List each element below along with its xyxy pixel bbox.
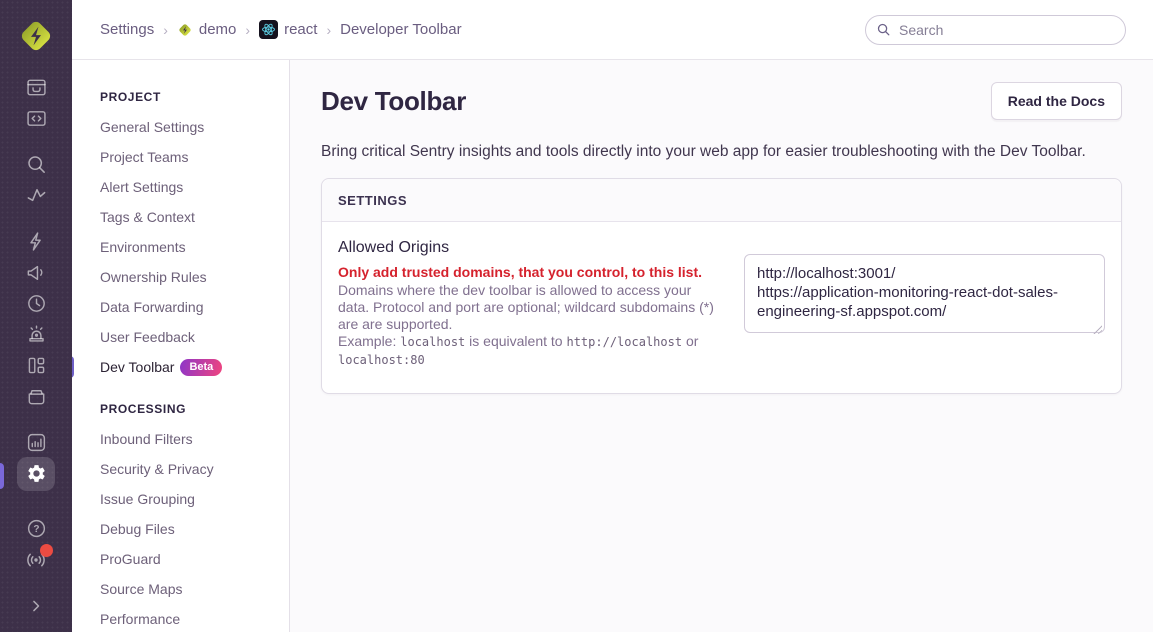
main-content: Dev Toolbar Read the Docs Bring critical… — [290, 60, 1153, 632]
sidebar-item-label: Debug Files — [100, 521, 175, 537]
page-title: Dev Toolbar — [321, 86, 466, 117]
explore-search-icon[interactable] — [0, 149, 72, 180]
breadcrumb-label: Developer Toolbar — [340, 21, 461, 38]
projects-icon[interactable] — [0, 103, 72, 134]
section-label-project: PROJECT — [100, 90, 289, 104]
breadcrumb: Settings › demo › — [72, 20, 462, 39]
sidebar-item-label: Source Maps — [100, 581, 182, 597]
sidebar-item-label: Dev Toolbar — [100, 359, 174, 375]
search-input[interactable] — [865, 15, 1126, 45]
react-project-icon — [259, 20, 278, 39]
sidebar-item-security-privacy[interactable]: Security & Privacy — [100, 454, 289, 484]
settings-panel-header: SETTINGS — [322, 179, 1121, 222]
sidebar-item-tags-context[interactable]: Tags & Context — [100, 202, 289, 232]
app-window: ? Settings › — [0, 0, 1153, 632]
releases-lightning-icon[interactable] — [0, 226, 72, 257]
stats-icon[interactable] — [0, 427, 72, 458]
settings-active-highlight — [17, 457, 55, 491]
breadcrumb-project-react[interactable]: react — [259, 20, 317, 39]
sidebar-item-project-teams[interactable]: Project Teams — [100, 142, 289, 172]
read-the-docs-button[interactable]: Read the Docs — [991, 82, 1122, 120]
rail-active-indicator — [0, 463, 4, 489]
help-icon[interactable]: ? — [0, 513, 72, 544]
breadcrumb-label: react — [284, 21, 317, 38]
breadcrumb-label: Settings — [100, 21, 154, 38]
feedback-megaphone-icon[interactable] — [0, 257, 72, 288]
sidebar-item-general-settings[interactable]: General Settings — [100, 112, 289, 142]
sidebar-item-label: Alert Settings — [100, 179, 183, 195]
example-code-http-localhost: http://localhost — [566, 335, 682, 349]
sidebar-item-proguard[interactable]: ProGuard — [100, 544, 289, 574]
sidebar-item-label: Data Forwarding — [100, 299, 204, 315]
notification-dot — [40, 544, 53, 557]
settings-panel: SETTINGS Allowed Origins Only add truste… — [321, 178, 1122, 394]
page-description: Bring critical Sentry insights and tools… — [321, 143, 1122, 161]
sidebar-item-label: Issue Grouping — [100, 491, 195, 507]
sidebar-item-label: Environments — [100, 239, 186, 255]
issues-icon[interactable] — [0, 72, 72, 103]
sidebar-item-label: User Feedback — [100, 329, 195, 345]
sidebar-item-dev-toolbar[interactable]: Dev Toolbar Beta — [100, 352, 289, 382]
alerts-siren-icon[interactable] — [0, 319, 72, 350]
breadcrumb-separator: › — [245, 22, 250, 38]
sidebar-section-project: PROJECT General Settings Project Teams A… — [100, 90, 289, 382]
sidebar-item-label: Ownership Rules — [100, 269, 207, 285]
breadcrumb-org-demo[interactable]: demo — [177, 21, 237, 38]
example-middle-text: is equivalent to — [469, 333, 562, 349]
example-or-text: or — [686, 333, 698, 349]
sidebar-item-performance[interactable]: Performance — [100, 604, 289, 632]
allowed-origins-warning: Only add trusted domains, that you contr… — [338, 264, 720, 281]
replays-clock-icon[interactable] — [0, 288, 72, 319]
allowed-origins-example: Example: localhost is equivalent to http… — [338, 333, 720, 369]
sidebar-item-label: General Settings — [100, 119, 204, 135]
search-box — [865, 15, 1126, 45]
sidebar-item-label: Security & Privacy — [100, 461, 214, 477]
sidebar-section-processing: PROCESSING Inbound Filters Security & Pr… — [100, 402, 289, 632]
sidebar-item-issue-grouping[interactable]: Issue Grouping — [100, 484, 289, 514]
sidebar-item-label: Inbound Filters — [100, 431, 193, 447]
vitals-pulse-icon[interactable] — [0, 180, 72, 211]
sentry-org-icon — [177, 22, 193, 38]
storage-box-icon[interactable] — [0, 381, 72, 412]
sidebar-item-source-maps[interactable]: Source Maps — [100, 574, 289, 604]
sidebar-item-alert-settings[interactable]: Alert Settings — [100, 172, 289, 202]
whats-new-broadcast-icon[interactable] — [0, 544, 72, 575]
search-icon — [876, 22, 891, 42]
sidebar-item-label: ProGuard — [100, 551, 161, 567]
sidebar-item-label: Project Teams — [100, 149, 188, 165]
allowed-origins-help: Domains where the dev toolbar is allowed… — [338, 282, 720, 333]
sidebar-item-debug-files[interactable]: Debug Files — [100, 514, 289, 544]
sidebar-item-inbound-filters[interactable]: Inbound Filters — [100, 424, 289, 454]
example-prefix: Example: — [338, 333, 396, 349]
svg-text:?: ? — [33, 524, 39, 535]
breadcrumb-label: demo — [199, 21, 237, 38]
settings-sidebar: PROJECT General Settings Project Teams A… — [72, 60, 290, 632]
sentry-logo-icon[interactable] — [0, 16, 72, 56]
example-code-localhost-80: localhost:80 — [338, 353, 425, 367]
collapse-chevron-icon[interactable] — [0, 590, 72, 621]
sidebar-item-ownership-rules[interactable]: Ownership Rules — [100, 262, 289, 292]
sidebar-item-label: Performance — [100, 611, 180, 627]
sidebar-item-label: Tags & Context — [100, 209, 195, 225]
section-label-processing: PROCESSING — [100, 402, 289, 416]
example-code-localhost: localhost — [400, 335, 465, 349]
breadcrumb-separator: › — [326, 22, 331, 38]
dashboards-icon[interactable] — [0, 350, 72, 381]
top-bar: Settings › demo › — [72, 0, 1153, 60]
nav-rail: ? — [0, 0, 72, 632]
breadcrumb-separator: › — [163, 22, 168, 38]
beta-badge: Beta — [180, 359, 222, 376]
settings-gear-icon[interactable] — [0, 458, 72, 489]
breadcrumb-settings[interactable]: Settings — [100, 21, 154, 38]
sidebar-item-environments[interactable]: Environments — [100, 232, 289, 262]
allowed-origins-label: Allowed Origins — [338, 239, 720, 257]
sidebar-item-data-forwarding[interactable]: Data Forwarding — [100, 292, 289, 322]
breadcrumb-developer-toolbar[interactable]: Developer Toolbar — [340, 21, 461, 38]
sidebar-item-user-feedback[interactable]: User Feedback — [100, 322, 289, 352]
allowed-origins-textarea[interactable]: http://localhost:3001/ https://applicati… — [744, 254, 1105, 333]
